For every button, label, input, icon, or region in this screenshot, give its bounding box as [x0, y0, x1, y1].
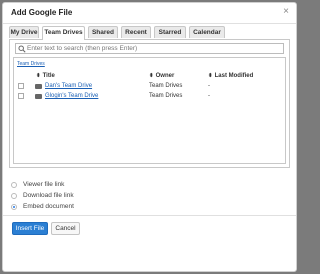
table-row[interactable]: Dan's Team Drive Team Drives - [14, 82, 285, 91]
tab-team-drives[interactable]: Team Drives [42, 26, 85, 40]
footer-divider [3, 215, 296, 216]
insert-file-button[interactable]: Insert File [12, 222, 48, 235]
tab-shared[interactable]: Shared [88, 26, 118, 38]
tab-recent[interactable]: Recent [121, 26, 151, 38]
modified-cell: - [208, 93, 210, 99]
cancel-button[interactable]: Cancel [51, 222, 80, 235]
owner-cell: Team Drives [149, 93, 183, 99]
radio-download-file-link[interactable] [11, 193, 17, 199]
breadcrumb-team-drives[interactable]: Team Drives [17, 61, 45, 67]
option-label: Download file link [23, 192, 74, 199]
modified-cell: - [208, 83, 210, 89]
table-row[interactable]: Glogin's Team Drive Team Drives - [14, 92, 285, 101]
add-google-file-dialog: Add Google File × My Drive Team Drives S… [2, 2, 297, 272]
row-checkbox[interactable] [18, 83, 24, 89]
drive-link[interactable]: Glogin's Team Drive [45, 93, 98, 99]
file-browser: Team Drives ⬍ Title ⬍ Owner ⬍ Last Modified… [13, 57, 286, 164]
team-drive-icon [35, 84, 42, 89]
tab-panel: Team Drives ⬍Title ⬍Owner ⬍Last Modified… [9, 40, 290, 168]
radio-embed-document[interactable] [11, 204, 17, 210]
owner-cell: Team Drives [149, 83, 183, 89]
sort-icon: ⬍ [36, 73, 41, 79]
close-icon[interactable]: × [283, 7, 289, 17]
option-label: Embed document [23, 203, 74, 210]
dialog-title-bar: Add Google File × [3, 3, 296, 24]
team-drive-icon [35, 94, 42, 99]
column-header-owner[interactable]: ⬍ Owner [149, 73, 174, 79]
sort-icon: ⬍ [208, 73, 213, 79]
tab-bar: My Drive Team Drives Shared Recent Starr… [9, 26, 290, 40]
column-header-last-modified[interactable]: ⬍ Last Modified [208, 73, 253, 79]
row-checkbox[interactable] [18, 93, 24, 99]
sort-icon: ⬍ [149, 73, 154, 79]
dialog-title: Add Google File [11, 8, 73, 17]
tab-starred[interactable]: Starred [154, 26, 186, 38]
search-icon [18, 45, 26, 53]
search-input[interactable] [27, 44, 281, 53]
search-box [15, 43, 284, 54]
radio-viewer-file-link[interactable] [11, 182, 17, 188]
column-header-title[interactable]: ⬍ Title [36, 73, 55, 79]
tab-calendar[interactable]: Calendar [189, 26, 225, 38]
option-label: Viewer file link [23, 181, 65, 188]
tab-my-drive[interactable]: My Drive [9, 26, 39, 38]
drive-link[interactable]: Dan's Team Drive [45, 83, 92, 89]
